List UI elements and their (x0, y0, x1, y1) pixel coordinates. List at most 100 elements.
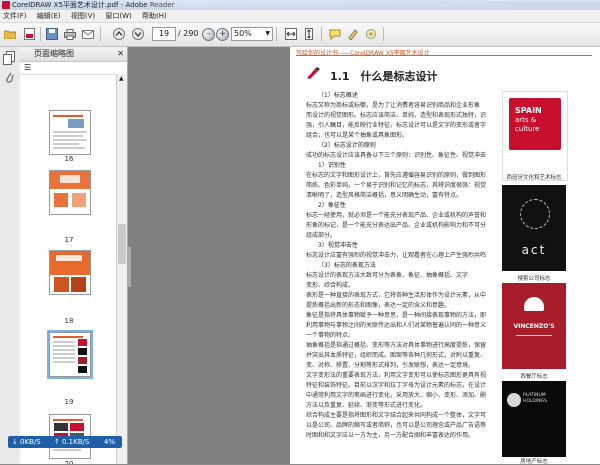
thumbnail-panel-title: 页面缩略图 (34, 49, 74, 58)
download-arrow-icon: ↓ (12, 438, 18, 446)
paragraph-line: 象征是指将具体事物赋予一种意思，是一种间接表现事物的方法，即 (306, 312, 486, 319)
subheading: 1）识别性 (318, 162, 346, 169)
close-icon[interactable]: ✕ (117, 47, 124, 61)
upload-speed: 0.1KB/S (62, 438, 90, 446)
scroll-up-icon[interactable]: ▲ (119, 75, 124, 82)
paragraph-line: 抽象概括是指通过概括、变形等方法对具体事物进行高度提炼，保留 (306, 342, 486, 349)
paragraph-line: 时图和和文字应以一方为主，另一方配合阐和丰富表达的作用。 (306, 432, 475, 439)
thumbnail-panel: 页面缩略图 ✕ ☰ 16 17 18 19 20 ▲ (20, 47, 128, 464)
menu-view[interactable]: 视图(V) (71, 10, 95, 22)
menu-window[interactable]: 窗口(W) (105, 10, 131, 22)
pages-icon[interactable] (3, 51, 16, 67)
percent-value: 4% (104, 438, 116, 446)
thumbnail-page-18[interactable] (49, 250, 91, 295)
header-rule (296, 55, 592, 56)
subheading: （3）标志的表现方法 (318, 262, 376, 269)
print-icon[interactable] (63, 27, 77, 41)
paragraph-line: 利用事物与事物之间的关联传达出和人们对某物普遍认同的一种意义，来表达 (306, 322, 486, 329)
paragraph-line: 变、对称、移置、分割等形式排列，引发联想，表达一定意境。 (306, 362, 475, 369)
paragraph-line: 中通常利用文字的笔画进行变化，采用放大、缩小、变形、添加、删减等 (306, 392, 486, 399)
logo-text: arts & (515, 116, 537, 124)
navigation-tool-strip (0, 47, 21, 464)
page-number-input[interactable]: 19 (152, 27, 176, 41)
zoom-out-icon[interactable]: – (202, 28, 215, 41)
subheading: （1）标志概述 (318, 92, 358, 99)
subheading: （2）标志设计的原则 (318, 142, 376, 149)
toolbar-separator (383, 27, 384, 41)
zoom-level-select[interactable]: 50% ▼ (231, 27, 273, 41)
logo-image-spain-arts: SPAIN arts & culture (502, 91, 568, 181)
thumbnail-scrollbar[interactable]: ▲ (116, 74, 127, 464)
logo-text: culture (515, 125, 540, 133)
pen-icon (307, 67, 320, 79)
paragraph-line: 标志设计应富有强烈的视觉冲击力，让观看者在心理上产生强烈共鸣。 (306, 252, 486, 259)
previous-page-icon[interactable] (112, 27, 126, 41)
toolbar-separator (100, 27, 101, 41)
subheading: 2）象征性 (318, 202, 346, 209)
options-menu-icon[interactable]: ☰ (24, 63, 31, 72)
thumbnail-page-number: 20 (40, 460, 98, 464)
paragraph-line: 标志又称为商标或标徽，是为了让消费者容易识别商品和企业形象 (306, 102, 481, 109)
thumbnail-page-19[interactable] (49, 332, 91, 377)
chevron-down-icon: ▼ (265, 30, 270, 37)
image-caption: 搜索公司标志 (517, 276, 551, 282)
email-icon[interactable] (81, 27, 95, 41)
paragraph-line: 特征和装饰特征。目前以汉字和拉丁字母为设计元素的标志，在设计过程 (306, 382, 486, 389)
logo-text: VINCENZO'S (513, 323, 555, 330)
paragraph-line: 强，引人瞩目，能反映行业特征。标志设计可以是文字的变形或者字母的 (306, 122, 486, 129)
open-folder-icon[interactable] (3, 27, 17, 41)
pdf-page: 写给你的设计书——CorelDRAW X5平面艺术设计 1.1 什么是标志设计 … (290, 47, 600, 465)
thumbnail-page-number: 18 (64, 317, 74, 325)
logo-text: SPAIN (515, 106, 542, 115)
image-caption: 西班牙文化和艺术标志 (506, 175, 562, 181)
subheading: 3）视觉冲击性 (318, 242, 358, 249)
logo-image-vincenzos: VINCENZO'S (502, 283, 566, 369)
thumbnail-page-16[interactable] (49, 110, 91, 155)
thumbnail-list: 16 17 18 19 20 (20, 74, 116, 464)
attachment-icon[interactable] (4, 71, 15, 86)
next-page-icon[interactable] (131, 27, 145, 41)
toolbar-separator (40, 27, 41, 41)
paragraph-line: 以是公司、品牌的缩写或者简称，也可以是公司理念或产品广告语等。使用 (306, 422, 486, 429)
thumbnail-page-number: 19 (64, 398, 74, 406)
document-viewport[interactable]: 写给你的设计书——CorelDRAW X5平面艺术设计 1.1 什么是标志设计 … (128, 47, 600, 465)
paragraph-line: 简练、色彩单纯，一个易于识别和记忆的标志，其辨识度很强：视觉形象 (306, 182, 486, 189)
highlight-icon[interactable] (346, 27, 360, 41)
thumbnail-panel-header: 页面缩略图 ✕ (20, 47, 127, 62)
thumbnail-page-17[interactable] (49, 170, 91, 215)
scrollbar-thumb[interactable] (118, 224, 126, 264)
paragraph-line: 一个事物的特点。 (306, 332, 355, 339)
paragraph-line: 综合构成主要是指将图形和文字结合起来共同构成一个整体，文字可 (306, 412, 486, 419)
share-icon[interactable] (364, 27, 378, 41)
paragraph-line: 方法以及重复、延续、渐变等形式进行变化。 (306, 402, 427, 409)
paragraph-line: 组合，也可以是某个抽象或具象图形。 (306, 132, 409, 139)
fit-page-icon[interactable] (302, 27, 316, 41)
panel-splitter[interactable] (128, 247, 131, 287)
logo-text: act (521, 243, 547, 257)
paragraph-line: 组成部分。 (306, 232, 337, 239)
image-caption: 西餐厅标志 (520, 374, 548, 380)
comment-icon[interactable] (328, 27, 342, 41)
paragraph-line: 标志一经使用，就必须是一个能充分表现产品、企业或机构的声誉和 (306, 212, 486, 219)
paragraph-line: 形象的标记，是一个能充分表达出产品、企业或机构影响力和不可分割的 (306, 222, 486, 229)
save-icon[interactable] (45, 27, 59, 41)
paragraph-line: 而设计的视觉图形。标志应该简洁、单纯，造型和表现形式独特，识别性 (306, 112, 486, 119)
toolbar: 19 / 290 – + 50% ▼ (0, 23, 600, 47)
paragraph-line: 提炼概括出新的形态和图像，表达一定的含义和意趣。 (306, 302, 451, 309)
zoom-in-icon[interactable]: + (216, 28, 229, 41)
menu-file[interactable]: 文件(F) (3, 10, 27, 22)
paragraph-line: 变形、综合构成。 (306, 282, 355, 289)
adobe-reader-icon (2, 1, 10, 9)
paragraph-line: 标志设计的表现方法大致可分为表象、象征、抽象概括、文字 (306, 272, 469, 279)
paragraph-line: 在标志的文字和图形设计上，首先应遵循容易识别的原则，做到图形 (306, 172, 486, 179)
paragraph-line: 清晰明了，造型风格简洁概括，意义明确生动，富有特点。 (306, 192, 463, 199)
fit-width-icon[interactable] (284, 27, 298, 41)
menu-edit[interactable]: 编辑(E) (37, 10, 61, 22)
paragraph-line: 并突出其本质特征，组织而成。图案等各种几何形式，对附以重复、渐 (306, 352, 486, 359)
menu-help[interactable]: 帮助(H) (142, 10, 167, 22)
page-total-label: / 290 (178, 29, 199, 38)
paragraph-line: 表形是一种直接的表现方式，它将各种生活形体作为设计元素，从中 (306, 292, 486, 299)
title-bar: CorelDRAW X5平面艺术设计.pdf - Adobe Reader (0, 0, 600, 10)
create-pdf-icon[interactable] (22, 27, 36, 41)
logo-image-platinum: PLATINUM HOLDINGS (502, 381, 566, 457)
